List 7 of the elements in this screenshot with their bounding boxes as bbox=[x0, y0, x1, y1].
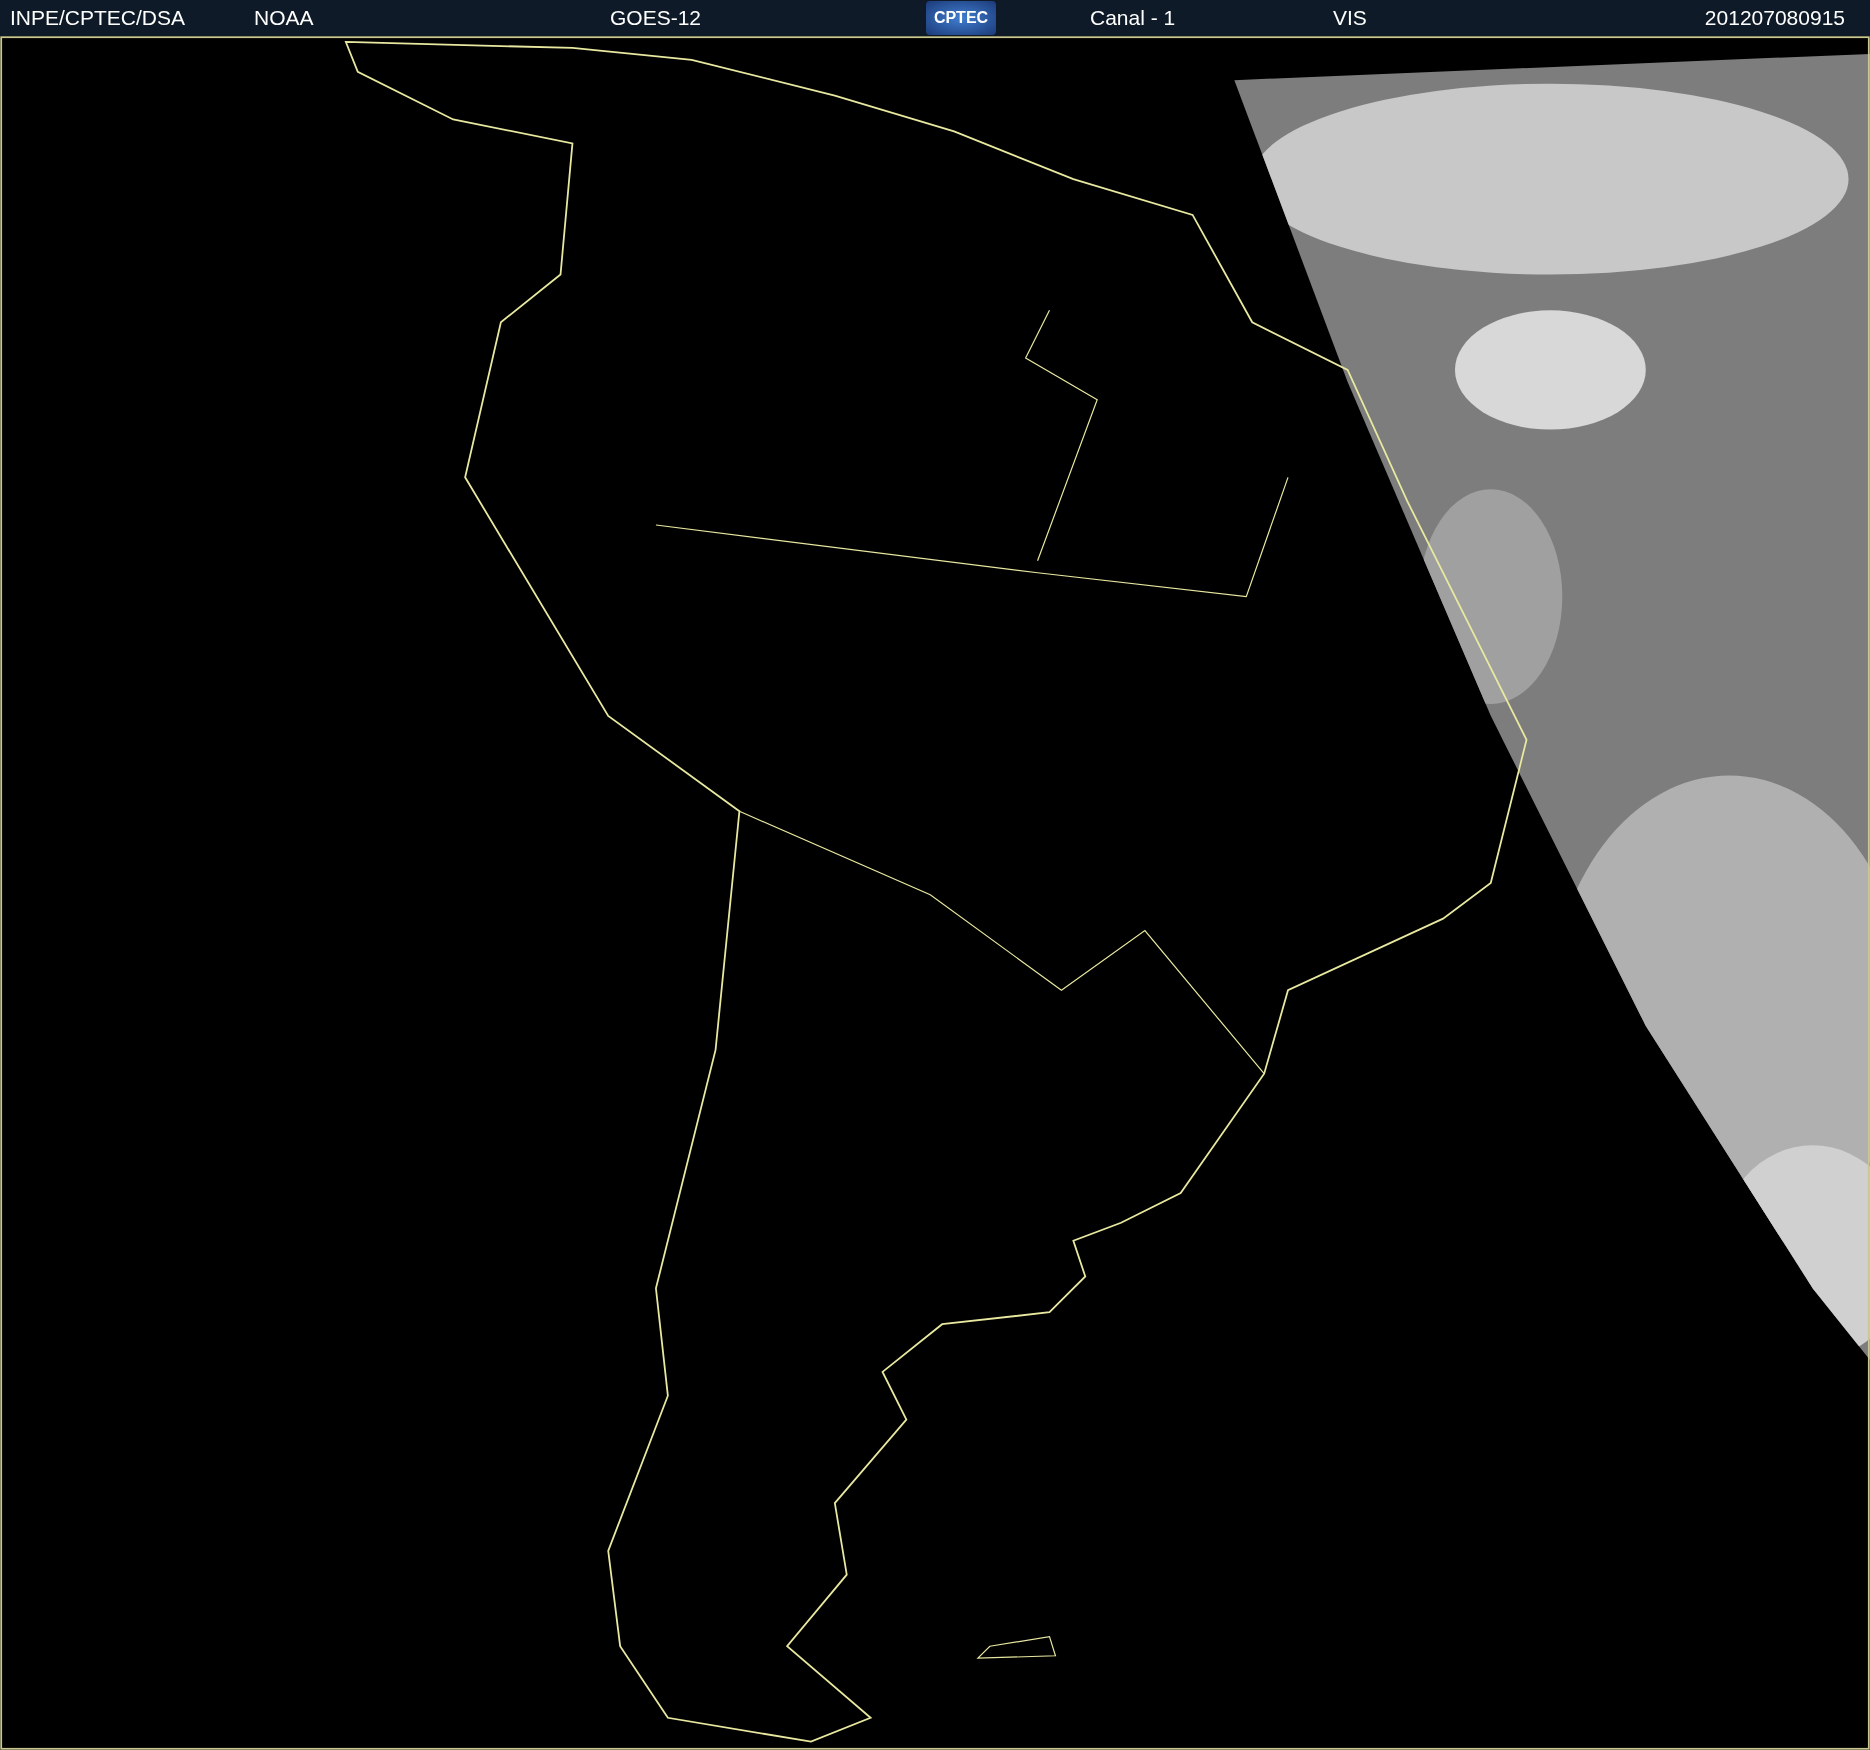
logo: CPTEC bbox=[926, 1, 996, 35]
timestamp-label: 201207080915 bbox=[1704, 6, 1845, 30]
band-label: VIS bbox=[1333, 6, 1368, 30]
satellite-label: GOES-12 bbox=[610, 6, 703, 30]
source-label: INPE/CPTEC/DSA bbox=[10, 6, 187, 30]
agency-label: NOAA bbox=[254, 6, 315, 30]
channel-label: Canal - 1 bbox=[1090, 6, 1177, 30]
